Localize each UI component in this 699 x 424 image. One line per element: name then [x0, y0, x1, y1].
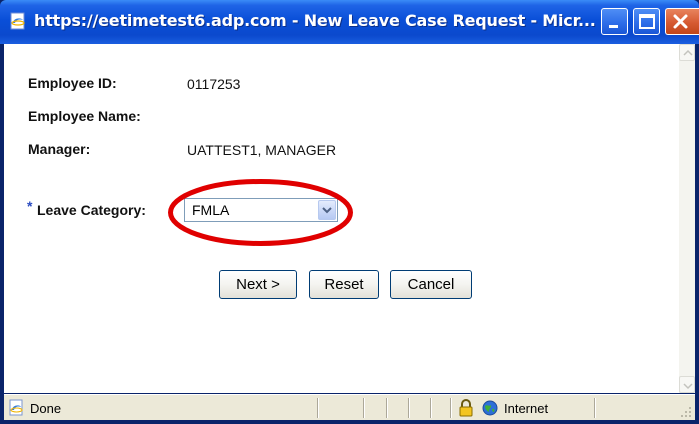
window-title: https://eetimetest6.adp.com - New Leave …: [34, 11, 596, 30]
employee-name-label: Employee Name:: [28, 108, 141, 124]
leave-category-label: Leave Category:: [37, 202, 146, 218]
minimize-icon: [609, 25, 618, 28]
reset-button[interactable]: Reset: [309, 270, 379, 299]
ie-page-icon: [8, 399, 26, 417]
title-bar[interactable]: https://eetimetest6.adp.com - New Leave …: [0, 0, 699, 44]
red-highlight-ellipse: [168, 179, 353, 246]
employee-id-value: 0117253: [187, 76, 241, 92]
scroll-up-icon: [683, 49, 693, 56]
required-marker: *: [27, 198, 33, 214]
status-divider: [594, 398, 596, 418]
scroll-up-button[interactable]: [679, 44, 695, 61]
status-divider: [430, 398, 432, 418]
close-button[interactable]: [665, 8, 699, 35]
scroll-down-icon: [683, 383, 693, 390]
browser-window: https://eetimetest6.adp.com - New Leave …: [0, 0, 699, 424]
resize-grip-icon[interactable]: [680, 405, 692, 417]
status-divider: [408, 398, 410, 418]
status-divider: [450, 398, 452, 418]
status-text: Done: [30, 401, 62, 416]
status-divider: [363, 398, 365, 418]
vertical-scrollbar[interactable]: [679, 44, 695, 393]
cancel-button[interactable]: Cancel: [390, 270, 472, 299]
close-icon: [673, 14, 688, 29]
scroll-down-button[interactable]: [679, 376, 695, 393]
status-divider: [386, 398, 388, 418]
security-zone-label: Internet: [504, 401, 549, 416]
maximize-button[interactable]: [633, 8, 660, 35]
manager-value: UATTEST1, MANAGER: [187, 142, 337, 158]
status-bar: Done Internet: [4, 394, 695, 420]
employee-id-label: Employee ID:: [28, 75, 117, 91]
page-content: Employee ID: 0117253 Employee Name: Mana…: [4, 44, 679, 393]
next-button[interactable]: Next >: [219, 270, 297, 299]
manager-label: Manager:: [28, 141, 91, 157]
status-divider: [317, 398, 319, 418]
ie-page-icon: [8, 11, 28, 31]
maximize-icon: [639, 14, 655, 29]
internet-zone-icon: [482, 400, 498, 416]
lock-icon[interactable]: [458, 399, 474, 417]
minimize-button[interactable]: [601, 8, 628, 35]
